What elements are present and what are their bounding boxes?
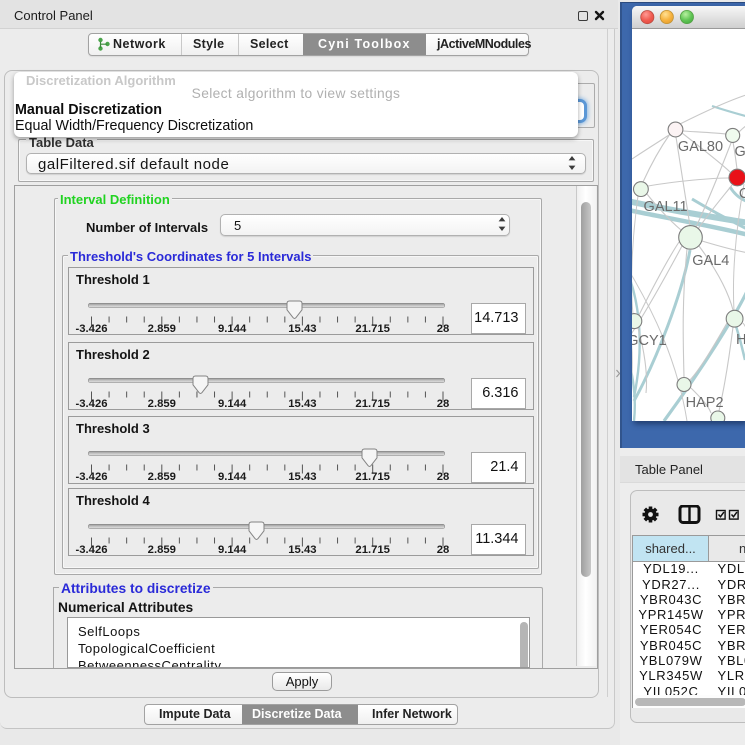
svg-text:GCY1: GCY1 xyxy=(632,333,667,349)
svg-text:C: C xyxy=(739,186,745,202)
svg-text:GAL4: GAL4 xyxy=(692,253,729,269)
svg-text:GAL11: GAL11 xyxy=(644,199,688,215)
svg-text:GAL80: GAL80 xyxy=(678,139,723,155)
svg-text:HAP2: HAP2 xyxy=(686,395,724,411)
svg-text:H: H xyxy=(736,332,745,348)
svg-text:GA: GA xyxy=(735,144,745,160)
